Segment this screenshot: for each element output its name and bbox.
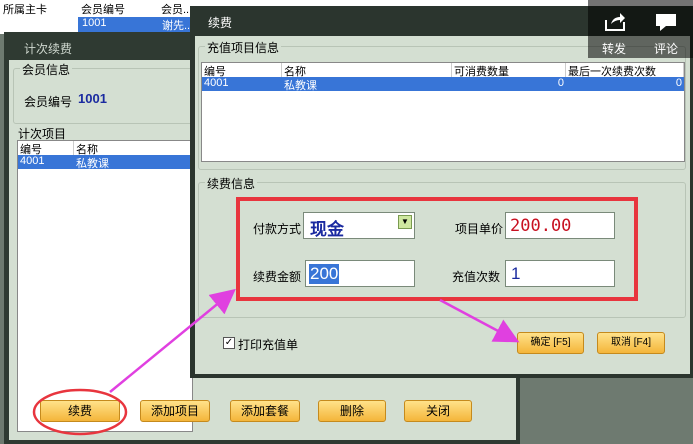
bg-header-main-card: 所属主卡 (3, 4, 47, 16)
list-header-id[interactable]: 编号 (18, 141, 74, 156)
recharge-row-available: 0 (557, 77, 564, 89)
recharge-header-last-renew[interactable]: 最后一次续费次数 (566, 63, 684, 78)
recharge-header-id[interactable]: 编号 (202, 63, 282, 78)
bg-cell-member-id: 1001 (82, 17, 107, 29)
table-row[interactable]: 4001 私教课 0 0 (202, 77, 684, 92)
list-header-name[interactable]: 名称 (74, 141, 192, 156)
table-row[interactable]: 4001 私教课 (18, 155, 192, 170)
print-checkbox-label: 打印充值单 (238, 338, 299, 352)
share-overlay: 转发 评论 (588, 0, 693, 58)
member-info-group-label: 会员信息 (20, 61, 73, 78)
share-action[interactable]: 转发 (588, 0, 640, 58)
recharge-items-list[interactable]: 编号 名称 可消费数量 最后一次续费次数 4001 私教课 0 0 (201, 62, 685, 162)
recharge-header-name[interactable]: 名称 (282, 63, 452, 78)
bg-header-member-id: 会员编号 (81, 4, 125, 16)
recharge-items-group-label: 充值项目信息 (205, 39, 282, 56)
row-id: 4001 (20, 155, 45, 167)
comment-icon (656, 14, 676, 31)
member-id-label: 会员编号 (24, 95, 73, 109)
delete-button[interactable]: 删除 (318, 400, 386, 422)
share-label: 转发 (601, 42, 626, 56)
confirm-button[interactable]: 确定 [F5] (517, 332, 584, 354)
share-icon (605, 13, 625, 31)
recharge-row-last-renew: 0 (675, 77, 682, 89)
recharge-header-available[interactable]: 可消费数量 (452, 63, 566, 78)
bg-cell-member-name: 谢先... (162, 20, 192, 32)
recharge-row-name: 私教课 (284, 80, 317, 92)
recharge-row-id: 4001 (204, 77, 229, 89)
member-id-value: 1001 (78, 91, 107, 106)
highlight-ellipse (32, 388, 128, 436)
row-name: 私教课 (76, 158, 109, 170)
renew-dialog-title: 续费 (208, 16, 233, 30)
renew-info-group-label: 续费信息 (205, 175, 258, 192)
member-info-group: 会员信息 会员编号 1001 (13, 61, 203, 124)
add-item-button[interactable]: 添加项目 (140, 400, 210, 422)
add-package-button[interactable]: 添加套餐 (230, 400, 300, 422)
renew-dialog: 续费 充值项目信息 编号 名称 可消费数量 最后一次续费次数 4001 私教课 … (190, 6, 693, 378)
comment-label: 评论 (653, 42, 678, 56)
bg-header-member-name: 会员... (161, 4, 191, 16)
print-checkbox[interactable]: ✓ (223, 337, 235, 349)
comment-action[interactable]: 评论 (640, 0, 692, 58)
cancel-button[interactable]: 取消 [F4] (597, 332, 665, 354)
close-button[interactable]: 关闭 (404, 400, 472, 422)
highlight-box (236, 197, 638, 301)
